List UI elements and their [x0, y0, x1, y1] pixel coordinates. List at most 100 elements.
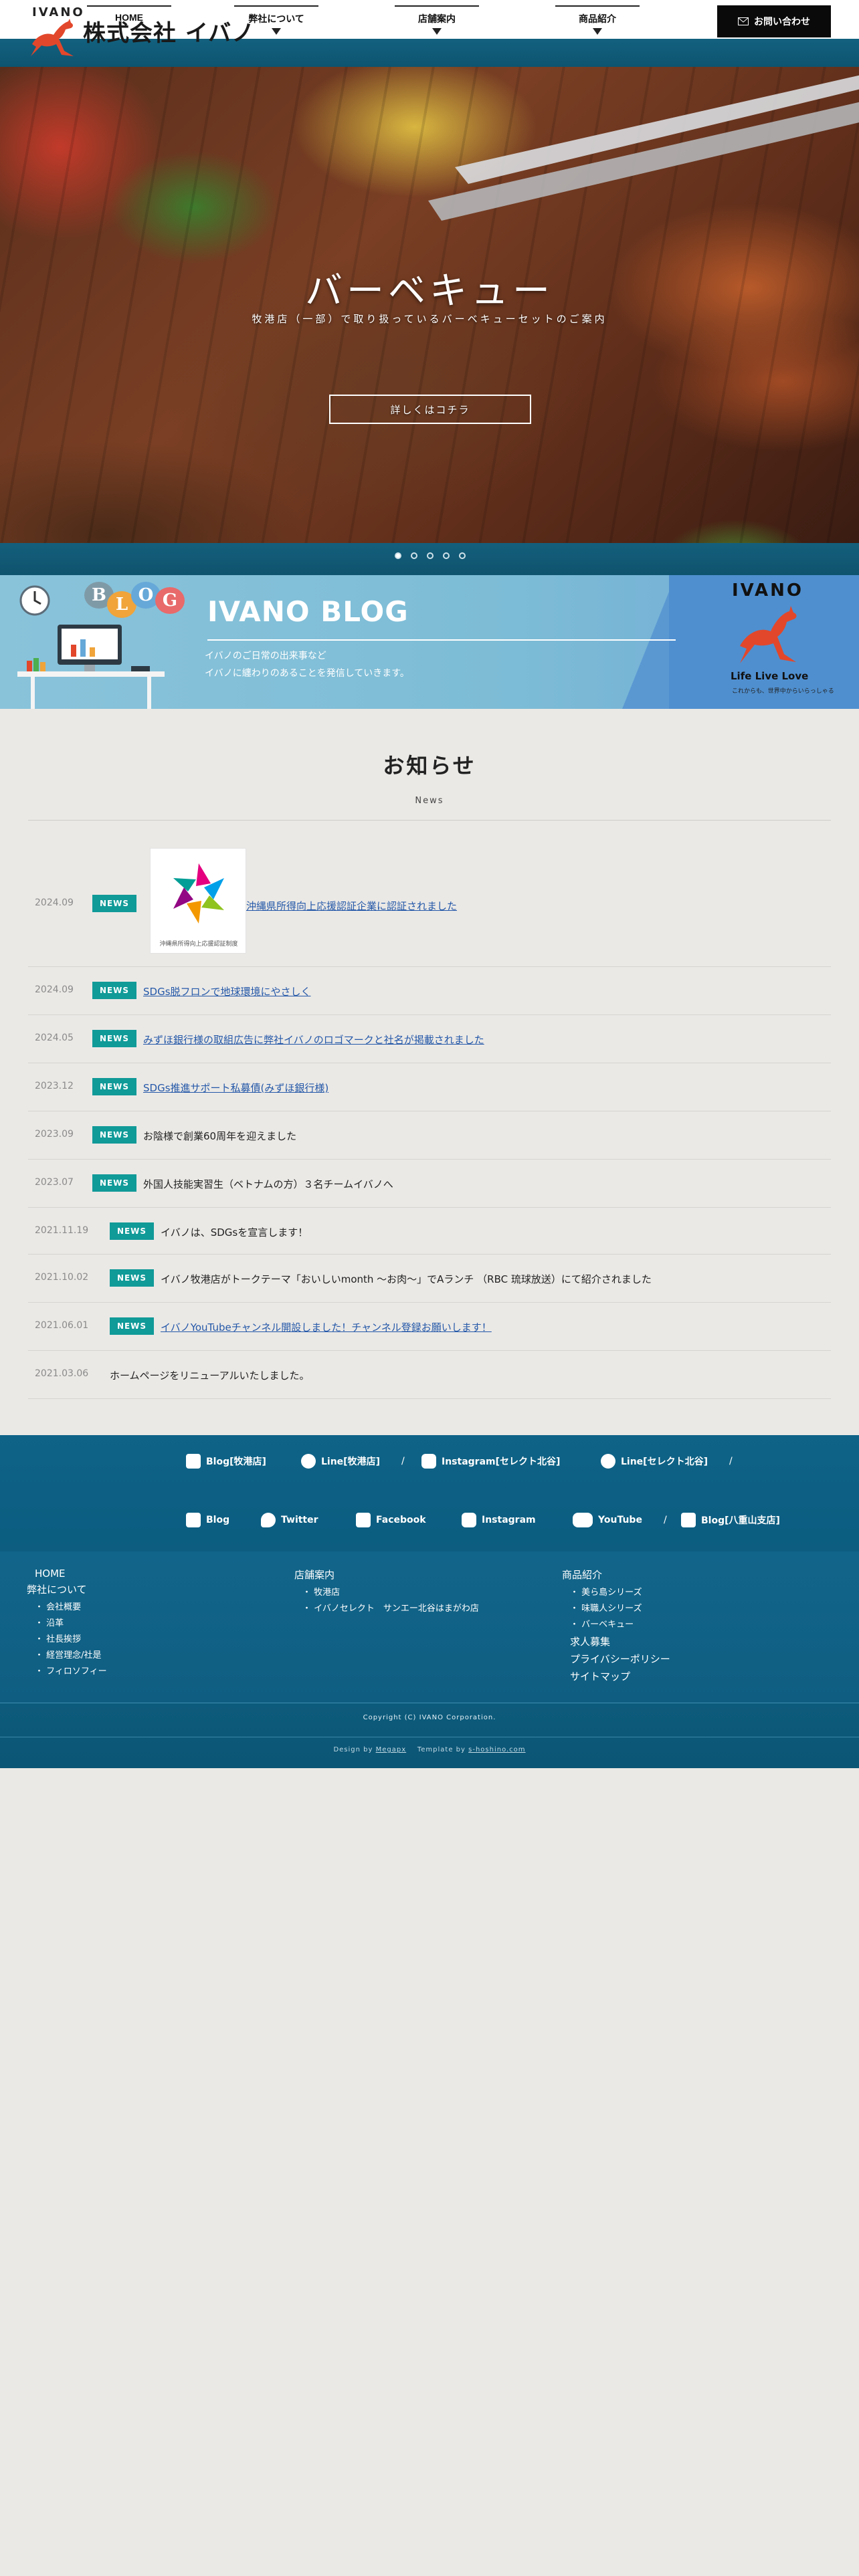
- news-row: 2021.03.06 ホームページをリニューアルいたしました。: [28, 1351, 831, 1399]
- news-date: 2024.09: [35, 984, 74, 995]
- footer-link-label: 沿革: [46, 1618, 64, 1628]
- instagram-icon: [421, 1454, 436, 1469]
- footer-link-stores[interactable]: 店舗案内: [294, 1568, 335, 1582]
- nav-products-label: 商品紹介: [579, 13, 616, 24]
- news-link[interactable]: イバノYouTubeチャンネル開設しました！チャンネル登録お願いします！: [161, 1320, 492, 1334]
- slider-dot[interactable]: [459, 552, 466, 559]
- social-link-label: YouTube: [598, 1515, 642, 1525]
- social-link-line-makiminato[interactable]: Line[牧港店] /: [301, 1454, 405, 1469]
- youtube-icon: [573, 1513, 593, 1527]
- separator: /: [729, 1456, 733, 1467]
- credit-label: Template by: [417, 1746, 466, 1753]
- news-link[interactable]: SDGs脱フロンで地球環境にやさしく: [143, 984, 311, 998]
- news-row: 2023.07 NEWS 外国人技能実習生（ベトナムの方）３名チームイバノへ: [28, 1160, 831, 1208]
- blog-banner[interactable]: B L O G IVANO BLOG イバノのご日常の出来事など イバノに纏わり…: [0, 575, 859, 709]
- kangaroo-badge-icon: [740, 606, 797, 663]
- footer-link-label: 牧港店: [314, 1588, 341, 1598]
- news-text: ホームページをリニューアルいたしました。: [110, 1370, 310, 1382]
- news-date: 2023.09: [35, 1129, 74, 1140]
- blog-title: IVANO BLOG: [207, 595, 409, 628]
- news-row: 2023.09 NEWS お陰様で創業60周年を迎えました: [28, 1111, 831, 1160]
- blog-icon: [186, 1513, 201, 1527]
- nav-dropdown-arrow-icon: [432, 28, 442, 35]
- news-date: 2023.12: [35, 1081, 74, 1091]
- social-link-instagram-select[interactable]: Instagram[セレクト北谷]: [421, 1454, 560, 1469]
- footer-link-home[interactable]: HOME: [35, 1568, 66, 1580]
- news-heading: お知らせ: [383, 753, 476, 778]
- social-link-blog-makiminato[interactable]: Blog[牧港店]: [186, 1454, 266, 1469]
- hero-title: バーベキュー: [305, 270, 554, 313]
- nav-bar: [395, 5, 479, 7]
- contact-button[interactable]: お問い合わせ: [717, 5, 831, 37]
- footer-link-churashima[interactable]: ・ 美ら島シリーズ: [570, 1585, 642, 1598]
- social-link-facebook[interactable]: Facebook: [356, 1513, 426, 1527]
- footer-link-privacy[interactable]: プライバシーポリシー: [570, 1652, 670, 1666]
- hero-details-button[interactable]: 詳しくはコチラ: [329, 395, 531, 424]
- nav-bar: [555, 5, 640, 7]
- badge-small-text: これからも、世界中からいらっしゃる: [732, 688, 834, 695]
- social-link-youtube[interactable]: YouTube /: [573, 1513, 667, 1527]
- slider-dot[interactable]: [395, 552, 401, 559]
- news-text: 外国人技能実習生（ベトナムの方）３名チームイバノへ: [143, 1178, 393, 1190]
- news-thumbnail[interactable]: 沖縄県所得向上応援認証制度: [150, 848, 246, 954]
- news-date: 2021.03.06: [35, 1368, 89, 1379]
- badge-tagline: Life Live Love: [731, 670, 809, 682]
- line-icon: [601, 1454, 615, 1469]
- news-badge: NEWS: [92, 982, 136, 999]
- footer-link-products[interactable]: 商品紹介: [562, 1568, 602, 1582]
- footer-link-about[interactable]: 弊社について: [27, 1582, 87, 1596]
- blog-icon: [186, 1454, 201, 1469]
- news-link[interactable]: SDGs推進サポート私募債(みずほ銀行様): [143, 1081, 328, 1095]
- social-link-instagram[interactable]: Instagram: [462, 1513, 536, 1527]
- news-date: 2021.10.02: [35, 1272, 89, 1283]
- twitter-icon: [261, 1513, 276, 1527]
- credit-link-megapx[interactable]: Megapx: [376, 1746, 407, 1753]
- footer-link-philosophy-2[interactable]: ・ フィロソフィー: [35, 1664, 107, 1677]
- hero-slider[interactable]: バーベキュー 牧港店（一部）で取り扱っているバーベキューセットのご案内 詳しくは…: [0, 67, 859, 543]
- banner-divider: [622, 575, 676, 709]
- facebook-icon: [356, 1513, 371, 1527]
- social-link-line-select[interactable]: Line[セレクト北谷] /: [601, 1454, 733, 1469]
- social-link-blog[interactable]: Blog: [186, 1513, 229, 1527]
- footer-link-ajishokunin[interactable]: ・ 味職人シリーズ: [570, 1601, 642, 1614]
- footer-link-makiminato[interactable]: ・ 牧港店: [302, 1585, 340, 1598]
- footer-link-sitemap[interactable]: サイトマップ: [570, 1669, 630, 1683]
- slider-dots: [0, 543, 859, 575]
- site-logo[interactable]: IVANO 株式会社 イバノ: [27, 5, 254, 56]
- social-link-twitter[interactable]: Twitter: [261, 1513, 318, 1527]
- news-row: 2024.09 NEWS 沖縄県所得向上応援認証制度 沖縄県所得向上応援認証企業…: [28, 840, 831, 967]
- footer-link-history[interactable]: ・ 沿革: [35, 1616, 64, 1628]
- badge-brand: IVANO: [732, 580, 804, 601]
- instagram-icon: [462, 1513, 476, 1527]
- news-subheading: News: [415, 796, 444, 806]
- slider-dot[interactable]: [443, 552, 450, 559]
- hero-subtitle: 牧港店（一部）で取り扱っているバーベキューセットのご案内: [252, 313, 607, 325]
- news-badge: NEWS: [110, 1269, 154, 1287]
- slider-dot[interactable]: [411, 552, 417, 559]
- footer-link-philosophy[interactable]: ・ 経営理念/社是: [35, 1648, 102, 1660]
- news-text: イバノ牧港店がトークテーマ「おいしいmonth ～お肉～」でAランチ （RBC …: [161, 1273, 652, 1285]
- nav-dropdown-arrow-icon: [593, 28, 602, 35]
- footer-link-president[interactable]: ・ 社長挨拶: [35, 1632, 81, 1644]
- credits-text: Design by Megapx Template by s-hoshino.c…: [0, 1746, 859, 1753]
- social-link-label: Blog[八重山支店]: [701, 1515, 780, 1526]
- nav-products[interactable]: 商品紹介: [555, 0, 640, 39]
- news-link[interactable]: 沖縄県所得向上応援認証企業に認証されました: [246, 899, 457, 913]
- footer-link-select-chatan[interactable]: ・ イバノセレクト サンエー北谷はまがわ店: [302, 1601, 479, 1614]
- clock-icon: [19, 585, 50, 616]
- footer-link-recruit[interactable]: 求人募集: [570, 1634, 610, 1648]
- nav-stores[interactable]: 店舗案内: [395, 0, 479, 39]
- news-row: 2021.06.01 NEWS イバノYouTubeチャンネル開設しました！チャ…: [28, 1303, 831, 1351]
- social-link-blog-yaeyama[interactable]: Blog[八重山支店]: [681, 1513, 780, 1527]
- separator: /: [663, 1515, 667, 1525]
- desk-illustration-icon: [17, 625, 165, 709]
- social-link-label: Blog: [206, 1515, 230, 1525]
- news-link[interactable]: みずほ銀行様の取組広告に弊社イバノのロゴマークと社名が掲載されました: [143, 1033, 484, 1047]
- slider-dot[interactable]: [427, 552, 434, 559]
- news-divider: [28, 820, 831, 821]
- social-link-label: Instagram: [482, 1515, 536, 1525]
- news-row: 2024.05 NEWS みずほ銀行様の取組広告に弊社イバノのロゴマークと社名が…: [28, 1015, 831, 1063]
- footer-link-bbq[interactable]: ・ バーベキュー: [570, 1617, 634, 1630]
- credit-link-template[interactable]: s-hoshino.com: [468, 1746, 525, 1753]
- footer-link-company-profile[interactable]: ・ 会社概要: [35, 1600, 81, 1612]
